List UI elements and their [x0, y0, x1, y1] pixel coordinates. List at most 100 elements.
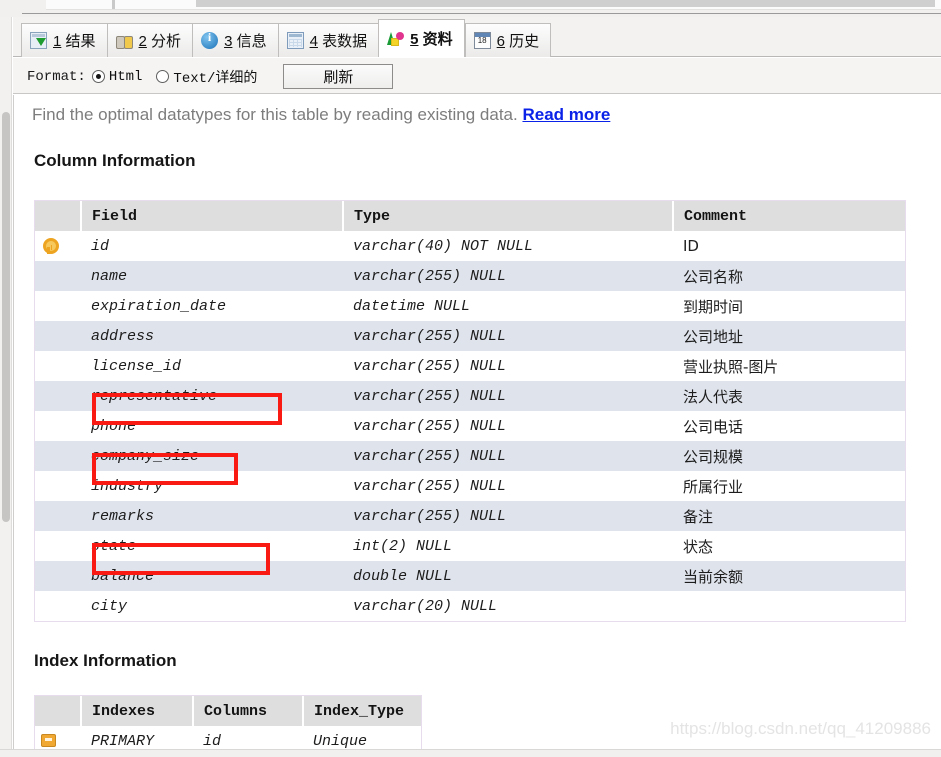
column-comment: 所属行业 — [673, 471, 905, 501]
column-type: varchar(255) NULL — [343, 321, 673, 351]
table-row[interactable]: state int(2) NULL 状态 — [35, 531, 905, 561]
row-icon-cell — [35, 471, 81, 501]
read-more-link[interactable]: Read more — [522, 105, 610, 124]
primary-key-icon-cell — [35, 231, 81, 261]
format-radio-text[interactable]: Text/详细的 — [156, 67, 257, 87]
top-divider-rule — [22, 13, 941, 15]
column-field: representative — [81, 381, 343, 411]
column-field: phone — [81, 411, 343, 441]
tab-history-label: 6 历史 — [496, 33, 540, 50]
table-row[interactable]: representative varchar(255) NULL 法人代表 — [35, 381, 905, 411]
column-comment: 当前余额 — [673, 561, 905, 591]
row-icon-cell — [35, 411, 81, 441]
column-field: remarks — [81, 501, 343, 531]
index-header-index-type[interactable]: Index_Type — [303, 696, 421, 726]
radio-text-label: Text/详细的 — [173, 70, 258, 87]
table-row[interactable]: remarks varchar(255) NULL 备注 — [35, 501, 905, 531]
tab-info-label: 3 信息 — [224, 33, 267, 50]
profile-content-area: Find the optimal datatypes for this tabl… — [13, 95, 941, 757]
tab-history[interactable]: 6 历史 — [464, 23, 552, 57]
table-row[interactable]: industry varchar(255) NULL 所属行业 — [35, 471, 905, 501]
table-row[interactable]: city varchar(20) NULL — [35, 591, 905, 621]
index-header-indexes[interactable]: Indexes — [81, 696, 194, 726]
refresh-button[interactable]: 刷新 — [283, 64, 394, 89]
column-comment: 营业执照-图片 — [673, 351, 905, 381]
column-comment: 到期时间 — [673, 291, 905, 321]
format-toolbar: Format: Html Text/详细的 刷新 — [13, 58, 941, 94]
column-field: industry — [81, 471, 343, 501]
column-comment: 公司电话 — [673, 411, 905, 441]
table-row[interactable]: expiration_date datetime NULL 到期时间 — [35, 291, 905, 321]
format-label: Format: — [27, 68, 86, 85]
results-grid-icon — [30, 32, 47, 49]
table-row[interactable]: id varchar(40) NOT NULL ID — [35, 231, 905, 261]
profile-tab-panel: 1 结果 2 分析 3 信息 4 表数据 5 资料 6 历史 — [0, 0, 941, 757]
binoculars-icon — [115, 32, 133, 49]
column-information-table: Field Type Comment id varchar(40) NOT NU… — [34, 200, 906, 622]
column-header-field[interactable]: Field — [81, 201, 344, 231]
column-type: varchar(255) NULL — [343, 261, 673, 291]
row-icon-cell — [35, 591, 81, 621]
column-field: state — [81, 531, 343, 561]
hint-text: Find the optimal datatypes for this tabl… — [32, 105, 518, 124]
table-row[interactable]: name varchar(255) NULL 公司名称 — [35, 261, 905, 291]
tab-profile[interactable]: 5 资料 — [378, 19, 465, 57]
colored-shapes-icon — [387, 30, 405, 47]
column-type: varchar(255) NULL — [343, 441, 673, 471]
column-header-icon — [35, 201, 82, 231]
column-type: varchar(255) NULL — [343, 381, 673, 411]
column-comment: 公司名称 — [673, 261, 905, 291]
radio-text-indicator[interactable] — [156, 70, 170, 83]
column-field: id — [81, 231, 343, 261]
index-header-icon — [35, 696, 82, 726]
table-row[interactable]: company_size varchar(255) NULL 公司规模 — [35, 441, 905, 471]
tab-results[interactable]: 1 结果 — [21, 23, 107, 57]
column-comment — [673, 591, 905, 621]
column-information-title: Column Information — [34, 151, 196, 170]
tab-info[interactable]: 3 信息 — [192, 23, 278, 57]
watermark-text: https://blog.csdn.net/qq_41209886 — [670, 719, 931, 738]
info-circle-icon — [201, 30, 219, 49]
column-comment: 状态 — [673, 531, 905, 561]
left-scrollbar-thumb[interactable] — [2, 112, 10, 522]
column-field: balance — [81, 561, 343, 591]
column-type: varchar(255) NULL — [343, 471, 673, 501]
radio-html-label: Html — [108, 68, 143, 85]
format-radio-html[interactable]: Html — [91, 68, 143, 85]
row-icon-cell — [35, 351, 81, 381]
row-icon-cell — [35, 261, 81, 291]
row-icon-cell — [35, 531, 81, 561]
column-field: address — [81, 321, 343, 351]
table-row[interactable]: address varchar(255) NULL 公司地址 — [35, 321, 905, 351]
table-row[interactable]: phone varchar(255) NULL 公司电话 — [35, 411, 905, 441]
row-icon-cell — [35, 381, 81, 411]
row-icon-cell — [35, 441, 81, 471]
table-row[interactable]: license_id varchar(255) NULL 营业执照-图片 — [35, 351, 905, 381]
window-top-strip — [0, 0, 941, 17]
top-inner-strip — [46, 0, 941, 10]
column-field: city — [81, 591, 343, 621]
column-type: varchar(40) NOT NULL — [343, 231, 673, 261]
index-key-icon — [41, 734, 56, 748]
index-information-table: Indexes Columns Index_Type PRIMARY id Un… — [34, 695, 422, 757]
column-type: double NULL — [343, 561, 673, 591]
tab-bar: 1 结果 2 分析 3 信息 4 表数据 5 资料 6 历史 — [13, 17, 941, 57]
tab-list: 1 结果 2 分析 3 信息 4 表数据 5 资料 6 历史 — [21, 19, 552, 57]
row-icon-cell — [35, 291, 81, 321]
tab-analyze-label: 2 分析 — [138, 33, 182, 50]
row-icon-cell — [35, 501, 81, 531]
radio-html-indicator[interactable] — [91, 70, 105, 83]
column-field: name — [81, 261, 343, 291]
column-type: varchar(255) NULL — [343, 411, 673, 441]
top-tick-mark — [112, 0, 115, 9]
index-header-columns[interactable]: Columns — [193, 696, 304, 726]
column-header-comment[interactable]: Comment — [673, 201, 905, 231]
tab-table-data[interactable]: 4 表数据 — [277, 23, 379, 57]
tab-analyze[interactable]: 2 分析 — [106, 23, 193, 57]
table-row[interactable]: balance double NULL 当前余额 — [35, 561, 905, 591]
column-header-type[interactable]: Type — [343, 201, 674, 231]
left-scrollbar-track[interactable] — [0, 17, 12, 757]
column-comment: 法人代表 — [673, 381, 905, 411]
tab-profile-label: 5 资料 — [410, 31, 453, 48]
calendar-icon — [473, 32, 491, 49]
